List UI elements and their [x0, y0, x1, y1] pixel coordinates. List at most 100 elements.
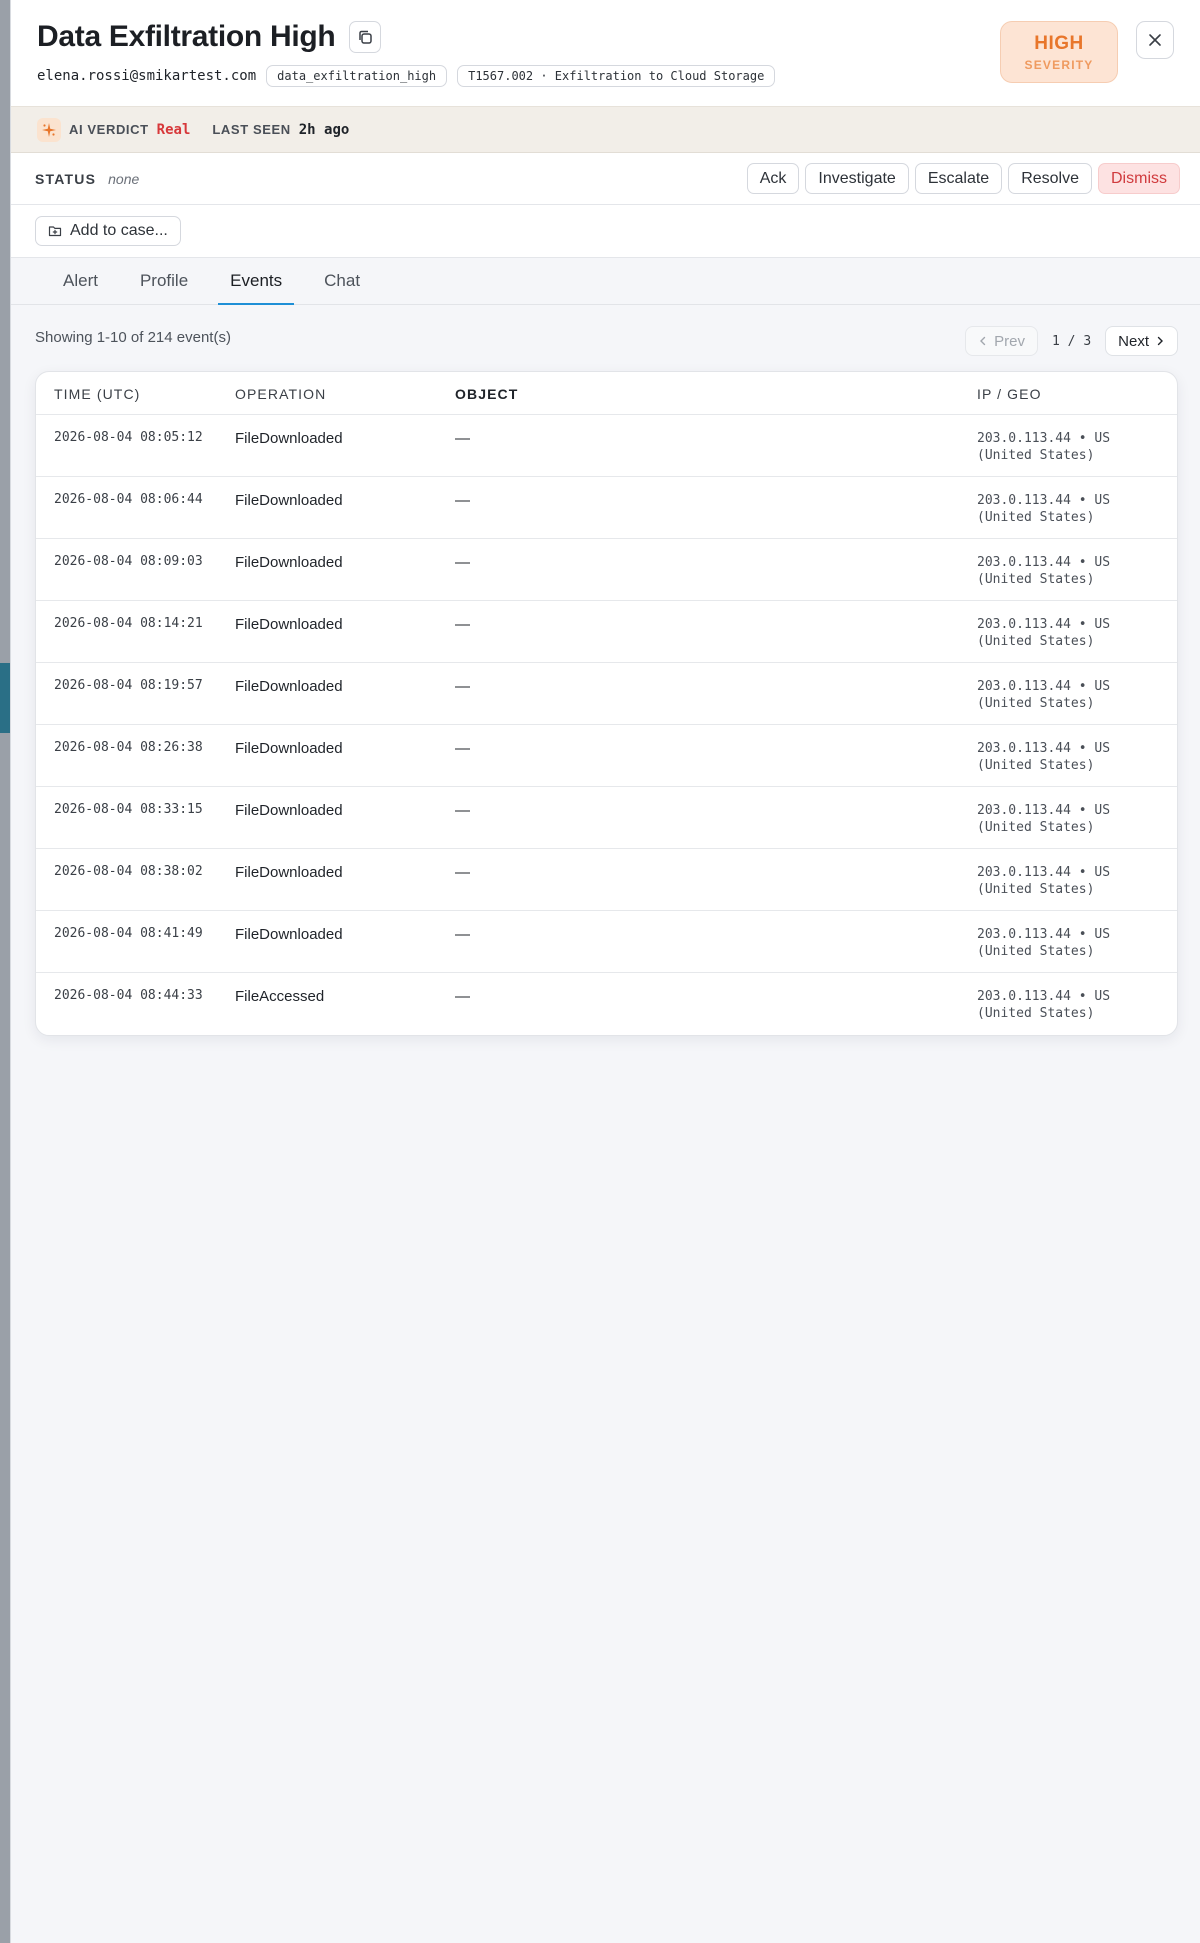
table-row[interactable]: 2026-08-04 08:05:12 FileDownloaded — 203.0.…: [36, 415, 1177, 477]
severity-badge: HIGH SEVERITY: [1000, 21, 1118, 83]
cell-operation: FileDownloaded: [235, 864, 343, 881]
cell-operation: FileDownloaded: [235, 554, 343, 571]
cell-ip: 203.0.113.44 • US: [977, 741, 1111, 756]
cell-ip: 203.0.113.44 • US: [977, 927, 1111, 942]
cell-ip-geo: 203.0.113.44 • US (United States): [977, 554, 1177, 588]
next-page-button[interactable]: Next: [1105, 326, 1178, 356]
cell-object: —: [455, 802, 470, 819]
copy-button[interactable]: [349, 21, 382, 53]
cell-ip-geo: 203.0.113.44 • US (United States): [977, 988, 1177, 1022]
cell-ip: 203.0.113.44 • US: [977, 865, 1111, 880]
cell-object: —: [455, 554, 470, 571]
escalate-button[interactable]: Escalate: [914, 163, 1003, 194]
cell-ip-geo: 203.0.113.44 • US (United States): [977, 864, 1177, 898]
cell-ip: 203.0.113.44 • US: [977, 555, 1111, 570]
cell-operation: FileDownloaded: [235, 430, 343, 447]
sparkle-icon: [37, 117, 61, 142]
chevron-right-icon: [1157, 336, 1163, 346]
prev-page-button[interactable]: Prev: [965, 326, 1039, 356]
cell-geo: (United States): [977, 634, 1095, 649]
table-row[interactable]: 2026-08-04 08:33:15 FileDownloaded — 203.0.…: [36, 787, 1177, 849]
cell-time: 2026-08-04 08:06:44: [54, 492, 203, 507]
cell-operation: FileDownloaded: [235, 802, 343, 819]
close-button[interactable]: [1136, 21, 1174, 59]
column-header-object: OBJECT: [455, 386, 519, 402]
cell-geo: (United States): [977, 572, 1095, 587]
cell-operation: FileAccessed: [235, 988, 325, 1005]
cell-ip: 203.0.113.44 • US: [977, 617, 1111, 632]
add-to-case-button[interactable]: Add to case...: [35, 216, 181, 246]
table-row[interactable]: 2026-08-04 08:19:57 FileDownloaded — 203.0.…: [36, 663, 1177, 725]
table-row[interactable]: 2026-08-04 08:09:03 FileDownloaded — 203.0.…: [36, 539, 1177, 601]
cell-object: —: [455, 926, 470, 943]
tab-events[interactable]: Events: [210, 257, 302, 305]
table-row[interactable]: 2026-08-04 08:26:38 FileDownloaded — 203.0.…: [36, 725, 1177, 787]
cell-time: 2026-08-04 08:09:03: [54, 554, 203, 569]
cell-geo: (United States): [977, 510, 1095, 525]
cell-time: 2026-08-04 08:44:33: [54, 988, 203, 1003]
dismiss-button[interactable]: Dismiss: [1098, 163, 1180, 194]
cell-ip: 203.0.113.44 • US: [977, 431, 1111, 446]
cell-time: 2026-08-04 08:33:15: [54, 802, 203, 817]
last-seen-label: LAST SEEN: [212, 122, 291, 137]
tab-bar: Alert Profile Events Chat: [11, 258, 1200, 305]
cell-time: 2026-08-04 08:38:02: [54, 864, 203, 879]
severity-label: SEVERITY: [1024, 57, 1094, 72]
events-count: Showing 1-10 of 214 event(s): [35, 329, 231, 346]
table-row[interactable]: 2026-08-04 08:14:21 FileDownloaded — 203.0.…: [36, 601, 1177, 663]
cell-ip-geo: 203.0.113.44 • US (United States): [977, 926, 1177, 960]
background-page: [0, 0, 10, 1943]
table-row[interactable]: 2026-08-04 08:44:33 FileAccessed — 203.0.11…: [36, 973, 1177, 1035]
table-row[interactable]: 2026-08-04 08:06:44 FileDownloaded — 203.0.…: [36, 477, 1177, 539]
cell-object: —: [455, 616, 470, 633]
cell-time: 2026-08-04 08:26:38: [54, 740, 203, 755]
severity-level: HIGH: [1034, 32, 1084, 54]
cell-operation: FileDownloaded: [235, 678, 343, 695]
cell-object: —: [455, 492, 470, 509]
table-row[interactable]: 2026-08-04 08:38:02 FileDownloaded — 203.0.…: [36, 849, 1177, 911]
cell-object: —: [455, 988, 470, 1005]
cell-ip-geo: 203.0.113.44 • US (United States): [977, 740, 1177, 774]
resolve-button[interactable]: Resolve: [1008, 163, 1092, 194]
investigate-button[interactable]: Investigate: [805, 163, 909, 194]
cell-object: —: [455, 430, 470, 447]
alert-title: Data Exfiltration High: [37, 20, 336, 53]
cell-ip-geo: 203.0.113.44 • US (United States): [977, 430, 1177, 464]
tab-profile[interactable]: Profile: [120, 257, 208, 304]
table-body: 2026-08-04 08:05:12 FileDownloaded — 203.0.…: [36, 415, 1177, 1035]
cell-ip: 203.0.113.44 • US: [977, 803, 1111, 818]
ack-button[interactable]: Ack: [746, 163, 800, 194]
pagination: Prev 1 / 3 Next: [965, 326, 1178, 356]
last-seen-value: 2h ago: [298, 121, 350, 138]
cell-ip-geo: 203.0.113.44 • US (United States): [977, 616, 1177, 650]
rule-chip: data_exfiltration_high: [266, 65, 448, 87]
next-label: Next: [1118, 332, 1149, 350]
status-actions: Ack Investigate Escalate Resolve Dismiss: [746, 163, 1180, 194]
cell-operation: FileDownloaded: [235, 492, 343, 509]
cell-geo: (United States): [977, 944, 1095, 959]
cell-ip: 203.0.113.44 • US: [977, 493, 1111, 508]
cell-time: 2026-08-04 08:41:49: [54, 926, 203, 941]
cell-operation: FileDownloaded: [235, 740, 343, 757]
cell-geo: (United States): [977, 696, 1095, 711]
tab-alert[interactable]: Alert: [43, 257, 118, 304]
column-header-ip-geo: IP / GEO: [977, 386, 1042, 402]
cell-time: 2026-08-04 08:14:21: [54, 616, 203, 631]
status-row: STATUS none Ack Investigate Escalate Res…: [11, 153, 1200, 205]
copy-icon: [359, 30, 373, 44]
cell-geo: (United States): [977, 820, 1095, 835]
page-indicator: 1 / 3: [1052, 333, 1092, 349]
alert-header: Data Exfiltration High elena.rossi@smika…: [11, 0, 1200, 106]
cell-operation: FileDownloaded: [235, 926, 343, 943]
cell-ip-geo: 203.0.113.44 • US (United States): [977, 802, 1177, 836]
cell-ip: 203.0.113.44 • US: [977, 989, 1111, 1004]
tab-chat[interactable]: Chat: [304, 257, 380, 304]
events-toolbar: Showing 1-10 of 214 event(s) Prev 1 / 3 …: [11, 305, 1200, 371]
status-label: STATUS: [35, 170, 97, 187]
column-header-time: TIME (UTC): [54, 386, 141, 402]
ai-verdict-value: Real: [156, 121, 191, 138]
prev-label: Prev: [994, 332, 1026, 350]
cell-object: —: [455, 678, 470, 695]
cell-time: 2026-08-04 08:05:12: [54, 430, 203, 445]
table-row[interactable]: 2026-08-04 08:41:49 FileDownloaded — 203.0.…: [36, 911, 1177, 973]
